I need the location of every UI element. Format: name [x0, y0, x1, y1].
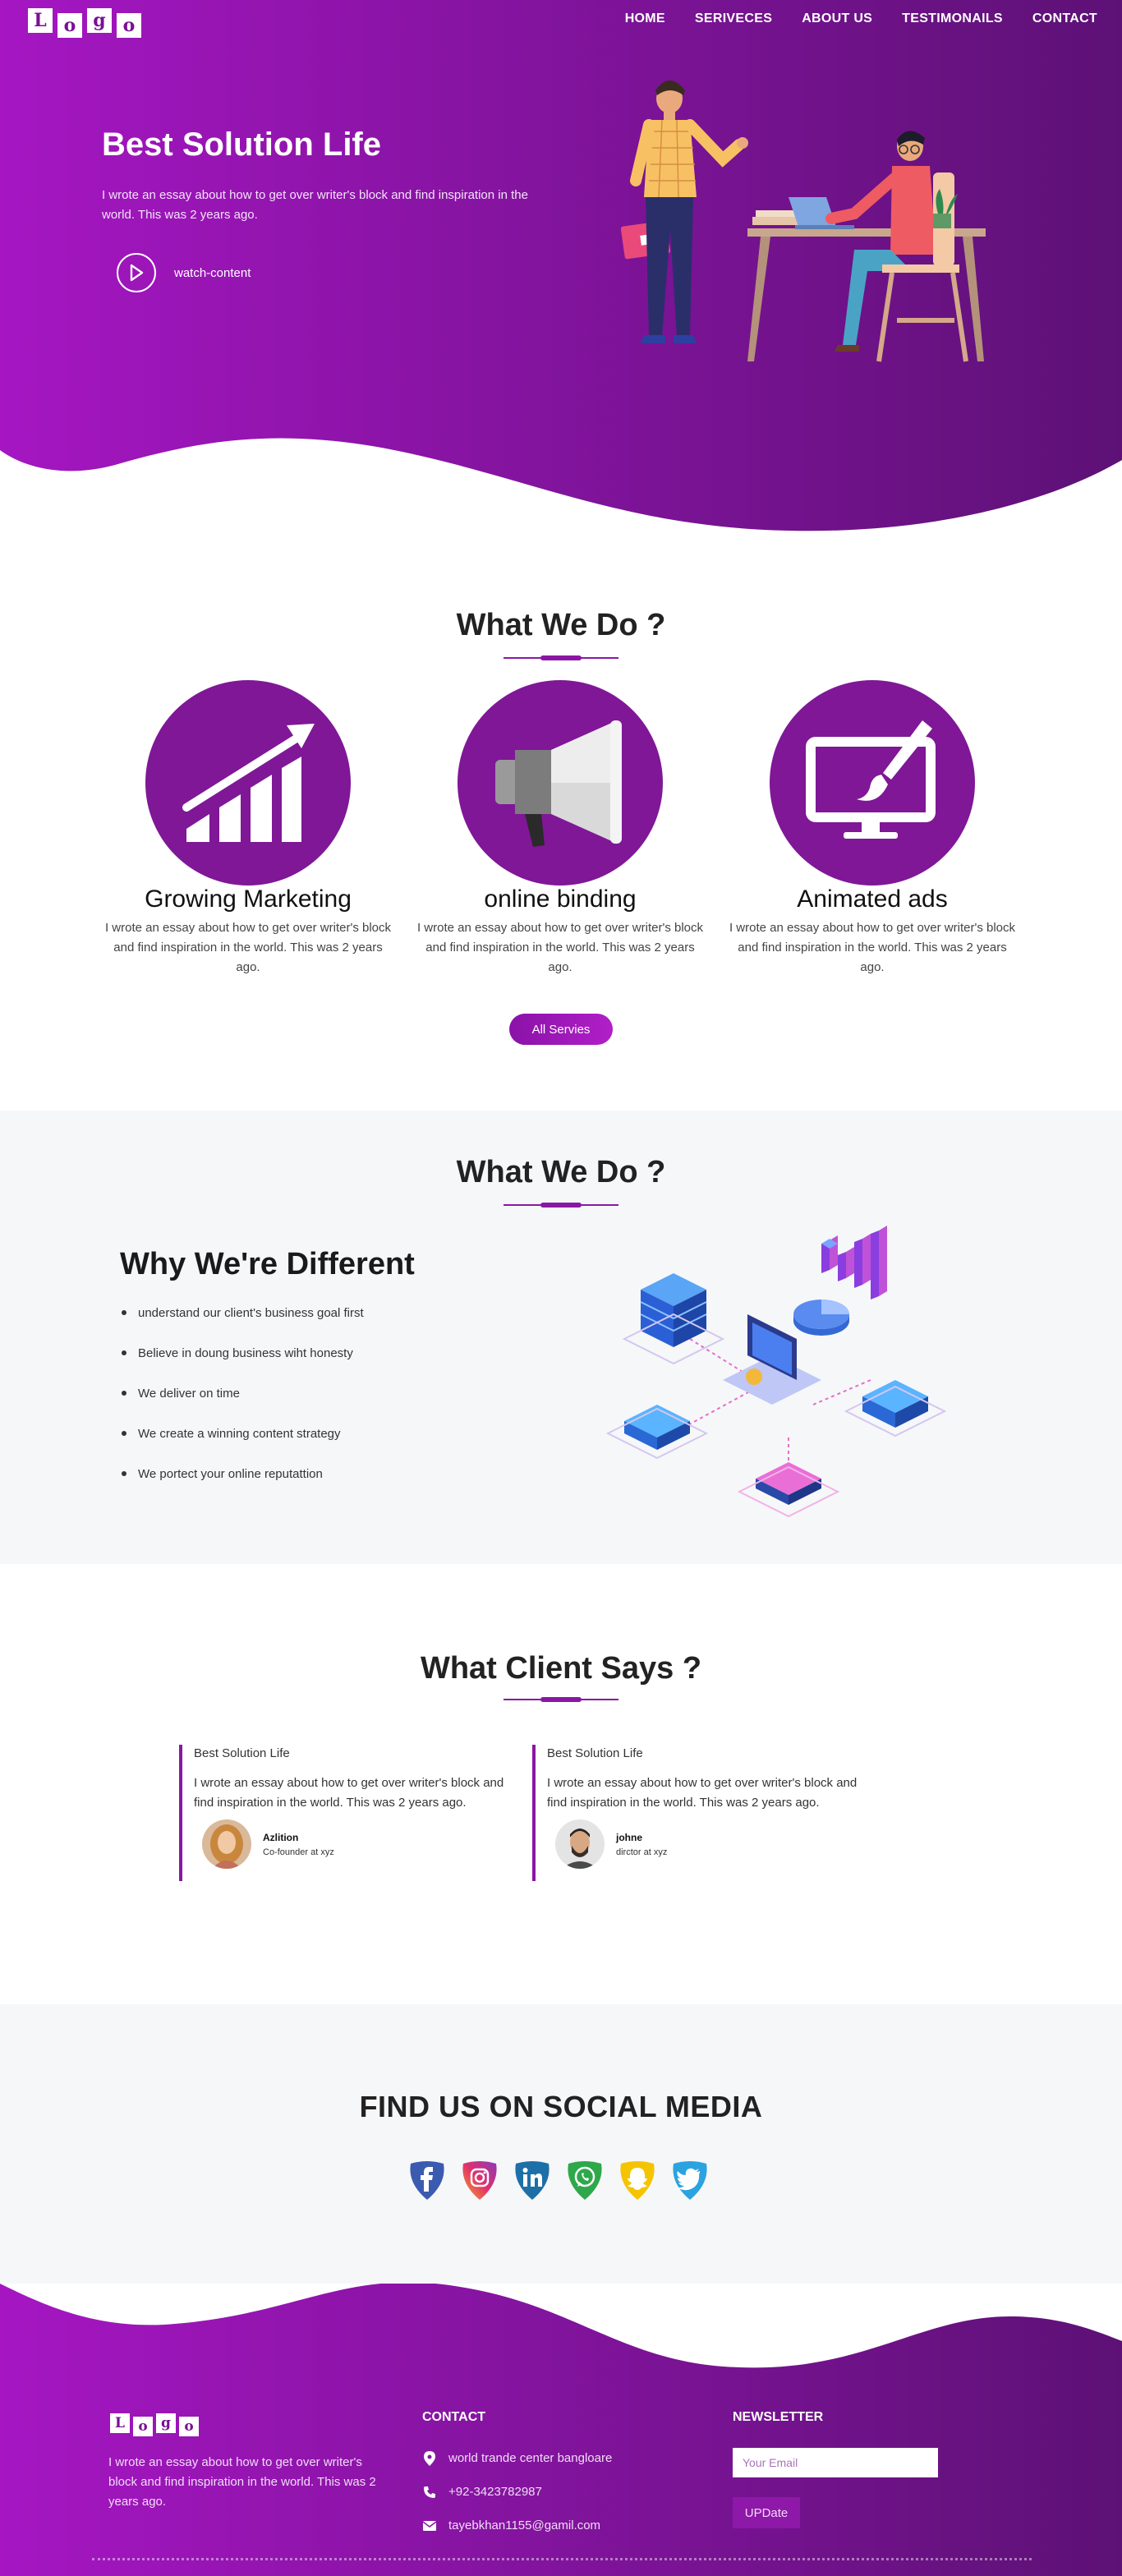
different-list: understand our client's business goal fi… — [122, 1306, 364, 1507]
list-item: We create a winning content strategy — [122, 1427, 364, 1467]
service-title: Growing Marketing — [145, 886, 352, 913]
service-description: I wrote an essay about how to get over w… — [729, 921, 1016, 974]
testimonial-heading: Best Solution Life — [547, 1746, 643, 1760]
newsletter-email-input[interactable] — [733, 2448, 938, 2477]
service-card: Animated ads I wrote an essay about how … — [724, 680, 1020, 978]
nav-testimonials[interactable]: TESTIMONAILS — [902, 12, 1003, 26]
service-card: Growing Marketing I wrote an essay about… — [100, 680, 396, 978]
service-title: Animated ads — [797, 886, 948, 913]
author-role: Co-founder at xyz — [263, 1847, 334, 1857]
testimonial-card: Best Solution Life I wrote an essay abou… — [532, 1745, 877, 1881]
logo-letter: L — [110, 2413, 130, 2433]
testimonials-title: What Client Says ? — [420, 1651, 702, 1686]
services-title: What We Do ? — [456, 608, 666, 642]
service-description: I wrote an essay about how to get over w… — [104, 921, 392, 974]
nav-contact[interactable]: CONTACT — [1032, 12, 1097, 26]
play-icon — [117, 253, 156, 292]
snapchat-icon[interactable] — [618, 2159, 657, 2201]
list-item: We deliver on time — [122, 1387, 364, 1427]
service-title: online binding — [484, 886, 637, 913]
logo-letter: g — [156, 2413, 176, 2433]
newsletter-update-button[interactable]: UPDate — [733, 2497, 800, 2528]
nav-home[interactable]: HOME — [625, 12, 665, 26]
social-icons — [407, 2159, 710, 2201]
logo[interactable]: L o g o — [28, 8, 141, 38]
nav-services[interactable]: SERIVECES — [695, 12, 772, 26]
logo-letter: o — [133, 2417, 153, 2436]
growth-chart-icon — [145, 680, 351, 886]
different-section-title: What We Do ? — [456, 1155, 666, 1189]
testimonial-author: johne dirctor at xyz — [547, 1819, 877, 1869]
contact-email: tayebkhan1155@gamil.com — [422, 2509, 612, 2542]
monitor-brush-icon — [770, 680, 975, 886]
newsletter-heading: NEWSLETTER — [733, 2410, 824, 2424]
facebook-icon[interactable] — [407, 2159, 447, 2201]
testimonial-text: I wrote an essay about how to get over w… — [547, 1776, 858, 1810]
logo-letter: o — [57, 13, 82, 38]
all-services-button[interactable]: All Servies — [509, 1014, 613, 1045]
location-pin-icon — [422, 2450, 437, 2466]
logo-letter: g — [87, 8, 112, 33]
hero-description: I wrote an essay about how to get over w… — [102, 188, 528, 222]
twitter-icon[interactable] — [670, 2159, 710, 2201]
author-name: johne — [616, 1831, 642, 1843]
footer: L o g o I wrote an essay about how to ge… — [0, 2284, 1122, 2576]
service-description: I wrote an essay about how to get over w… — [416, 921, 704, 974]
isometric-tech-illustration — [605, 1226, 947, 1518]
logo-letter: o — [179, 2417, 199, 2436]
different-title: Why We're Different — [120, 1247, 415, 1281]
nav-about-us[interactable]: ABOUT US — [802, 12, 872, 26]
hero-title: Best Solution Life — [102, 126, 381, 163]
list-item: We portect your online reputattion — [122, 1467, 364, 1507]
social-title: FIND US ON SOCIAL MEDIA — [359, 2090, 763, 2123]
hero-illustration — [620, 80, 986, 362]
testimonial-card: Best Solution Life I wrote an essay abou… — [179, 1745, 524, 1881]
hero-section: L o g o HOME SERIVECES ABOUT US TESTIMON… — [0, 0, 1122, 534]
footer-divider — [92, 2558, 1032, 2560]
footer-description: I wrote an essay about how to get over w… — [108, 2455, 376, 2509]
avatar — [555, 1819, 605, 1869]
linkedin-icon[interactable] — [513, 2159, 552, 2201]
testimonial-text: I wrote an essay about how to get over w… — [194, 1776, 504, 1810]
email-text[interactable]: tayebkhan1155@gamil.com — [448, 2518, 600, 2532]
author-role: dirctor at xyz — [616, 1847, 668, 1857]
list-item: understand our client's business goal fi… — [122, 1306, 364, 1346]
testimonial-author: Azlition Co-founder at xyz — [194, 1819, 524, 1869]
contact-phone: +92-3423782987 — [422, 2475, 612, 2509]
contact-list: world trande center bangloare +92-342378… — [422, 2441, 612, 2542]
list-item: Believe in doung business wiht honesty — [122, 1346, 364, 1387]
different-title-underline — [504, 1203, 618, 1208]
main-nav: HOME SERIVECES ABOUT US TESTIMONAILS CON… — [625, 12, 1097, 26]
envelope-icon — [422, 2520, 437, 2531]
social-section — [0, 2004, 1122, 2284]
avatar — [202, 1819, 251, 1869]
service-card: online binding I wrote an essay about ho… — [412, 680, 708, 978]
contact-address: world trande center bangloare — [422, 2441, 612, 2475]
phone-text[interactable]: +92-3423782987 — [448, 2485, 542, 2499]
address-text: world trande center bangloare — [448, 2451, 613, 2465]
watch-content-button[interactable]: watch-content — [117, 253, 251, 292]
contact-heading: CONTACT — [422, 2410, 486, 2424]
watch-content-label: watch-content — [174, 265, 251, 280]
footer-logo[interactable]: L o g o — [110, 2413, 199, 2436]
testimonial-heading: Best Solution Life — [194, 1746, 290, 1760]
phone-icon — [422, 2486, 437, 2499]
services-title-underline — [504, 656, 618, 660]
megaphone-icon — [458, 680, 663, 886]
logo-letter: o — [117, 13, 141, 38]
testimonials-title-underline — [504, 1697, 618, 1702]
logo-letter: L — [28, 8, 53, 33]
instagram-icon[interactable] — [460, 2159, 499, 2201]
author-name: Azlition — [263, 1831, 299, 1843]
whatsapp-icon[interactable] — [565, 2159, 605, 2201]
